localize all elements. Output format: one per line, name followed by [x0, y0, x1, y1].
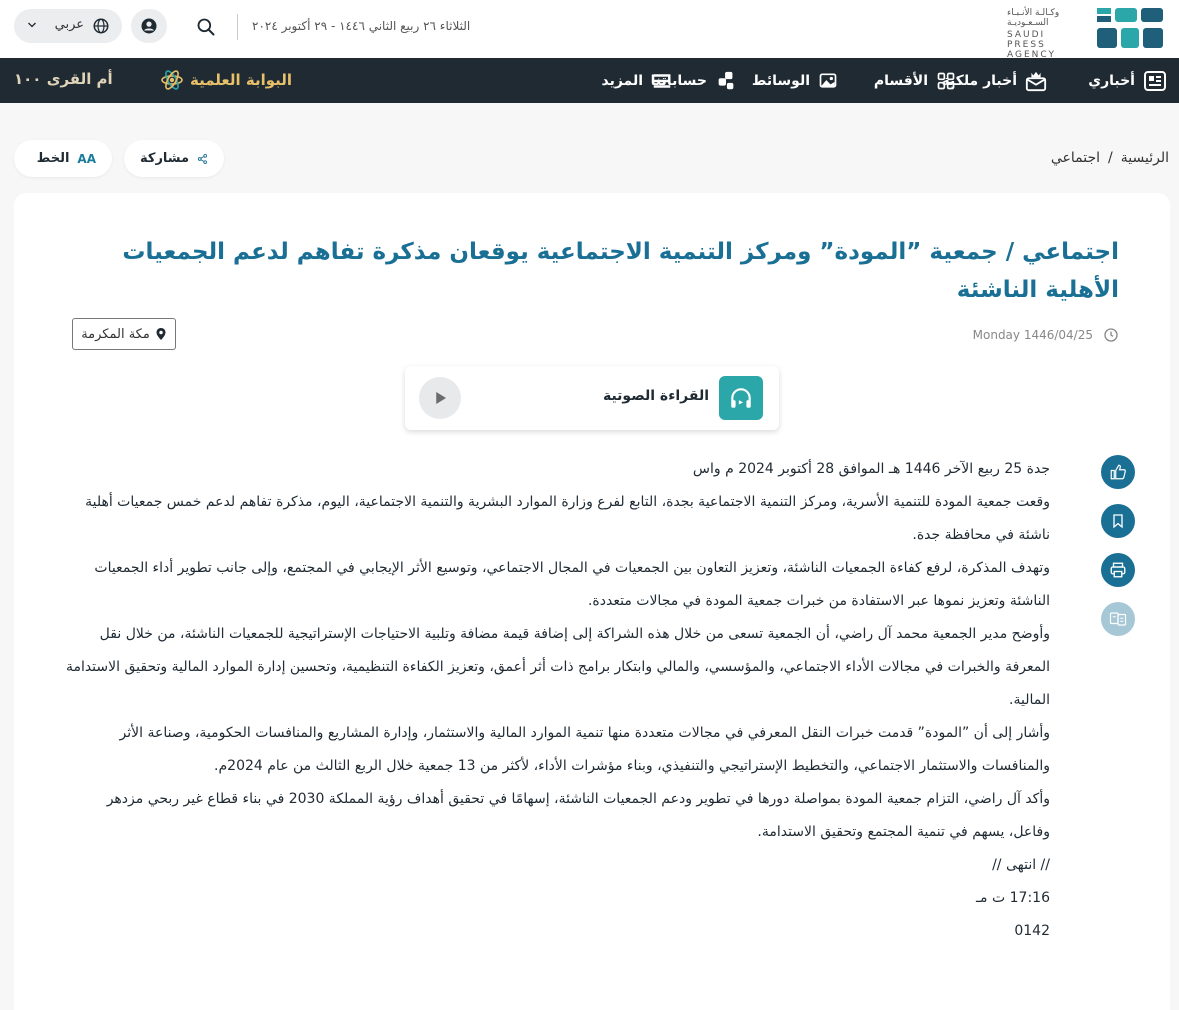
spa-logo-mark-icon — [1097, 8, 1163, 48]
logo-english-text: SAUDI PRESS AGENCY — [1007, 30, 1057, 60]
article-time: 17:16 ت مـ — [975, 890, 1050, 906]
nav-label: المزيد — [601, 72, 644, 89]
article-tools — [1099, 455, 1135, 651]
article-end-marker: // انتهى // — [992, 857, 1050, 873]
scientific-portal-label: البوابة العلمية — [190, 71, 293, 89]
bookmark-button[interactable] — [1101, 504, 1135, 538]
article-card: اجتماعي / جمعية ”المودة” ومركز التنمية ا… — [14, 193, 1170, 1010]
breadcrumb: الرئيسية / اجتماعي — [1051, 150, 1169, 166]
print-button[interactable] — [1101, 553, 1135, 587]
breadcrumb-current[interactable]: اجتماعي — [1051, 150, 1100, 166]
share-label: مشاركة — [140, 151, 190, 166]
breadcrumb-home[interactable]: الرئيسية — [1121, 150, 1169, 166]
translate-button[interactable] — [1101, 602, 1135, 636]
bookmark-icon — [1113, 514, 1123, 529]
social-accounts-icon — [718, 71, 734, 89]
nav-item-media[interactable]: الوسائط — [752, 58, 838, 103]
location-badge: مكة المكرمة — [72, 318, 176, 350]
header-divider — [237, 14, 238, 40]
menu-icon — [653, 73, 671, 88]
news-icon — [1144, 70, 1166, 91]
play-button[interactable] — [419, 377, 461, 419]
location-text: مكة المكرمة — [81, 326, 150, 342]
nav-item-more[interactable]: المزيد — [602, 58, 674, 103]
spa-logo[interactable]: وكـالـة الأنـبـاء السـعـوديـة SAUDI PRES… — [1005, 6, 1165, 60]
article-body: جدة 25 ربيع الآخر 1446 هـ الموافق 28 أكت… — [65, 453, 1050, 948]
top-bar: وكـالـة الأنـبـاء السـعـوديـة SAUDI PRES… — [0, 0, 1179, 60]
headphones-icon — [719, 376, 763, 420]
location-pin-icon — [156, 328, 166, 340]
nav-item-sections[interactable]: الأقسام — [874, 58, 956, 103]
nav-label: الأقسام — [873, 72, 928, 89]
audio-player: القراءة الصوتية — [405, 366, 779, 430]
grid-icon — [937, 72, 955, 89]
image-icon — [819, 73, 837, 88]
royal-envelope-icon — [1025, 71, 1047, 91]
thumbs-up-icon — [1110, 464, 1126, 480]
play-icon — [436, 392, 446, 404]
font-label: الخط — [36, 151, 70, 166]
translate-icon — [1109, 612, 1127, 626]
language-label: عربي — [54, 17, 84, 32]
scientific-portal-link[interactable]: البوابة العلمية — [160, 68, 292, 92]
like-button[interactable] — [1101, 455, 1135, 489]
article-paragraph: وأكد آل راضي، التزام جمعية المودة بمواصل… — [106, 791, 1050, 840]
share-icon — [198, 153, 208, 164]
header-date: الثلاثاء ٢٦ ربيع الثاني ١٤٤٦ - ٢٩ أكتوبر… — [252, 19, 471, 33]
chevron-down-icon — [28, 22, 36, 28]
logo-arabic-text: وكـالـة الأنـبـاء السـعـوديـة — [1007, 8, 1060, 28]
search-icon — [197, 18, 215, 36]
article-paragraph: وتهدف المذكرة، لرفع كفاءة الجمعيات الناش… — [94, 560, 1050, 609]
breadcrumb-separator: / — [1108, 150, 1113, 166]
search-button[interactable] — [188, 10, 224, 44]
audio-label: القراءة الصوتية — [602, 388, 709, 404]
globe-icon — [93, 18, 109, 34]
nav-label: أخباري — [1088, 72, 1135, 89]
article-paragraph: وقعت جمعية المودة للتنمية الأسرية، ومركز… — [85, 494, 1050, 543]
printer-icon — [1110, 562, 1126, 578]
nav-item-royal-news[interactable]: أخبار ملكية — [941, 58, 1047, 103]
language-selector[interactable]: عربي — [14, 9, 122, 43]
article-date-text: Monday 1446/04/25 — [972, 328, 1093, 342]
article-title: اجتماعي / جمعية ”المودة” ومركز التنمية ا… — [122, 239, 1119, 303]
article-paragraph: وأوضح مدير الجمعية محمد آل راضي، أن الجم… — [65, 626, 1050, 708]
article-paragraph: جدة 25 ربيع الآخر 1446 هـ الموافق 28 أكت… — [692, 461, 1050, 477]
nav-label: الوسائط — [751, 72, 810, 89]
article-date: Monday 1446/04/25 — [973, 327, 1119, 343]
article-paragraph: وأشار إلى أن ”المودة” قدمت خبرات النقل ا… — [119, 725, 1050, 774]
umm-alqura-link[interactable]: أم القرى ١٠٠ — [14, 70, 113, 88]
article-code: 0142 — [1014, 923, 1050, 939]
share-button[interactable]: مشاركة — [124, 140, 224, 177]
font-size-button[interactable]: AA الخط — [14, 140, 112, 177]
account-button[interactable] — [131, 9, 167, 43]
user-icon — [141, 18, 157, 34]
main-nav: أخباري أخبار ملكية الأقسام الوسائط حسابا… — [0, 58, 1179, 103]
atom-icon — [161, 70, 183, 90]
clock-icon — [1104, 328, 1118, 342]
nav-item-akhbari[interactable]: أخباري — [1088, 58, 1167, 103]
font-size-icon: AA — [77, 151, 96, 166]
